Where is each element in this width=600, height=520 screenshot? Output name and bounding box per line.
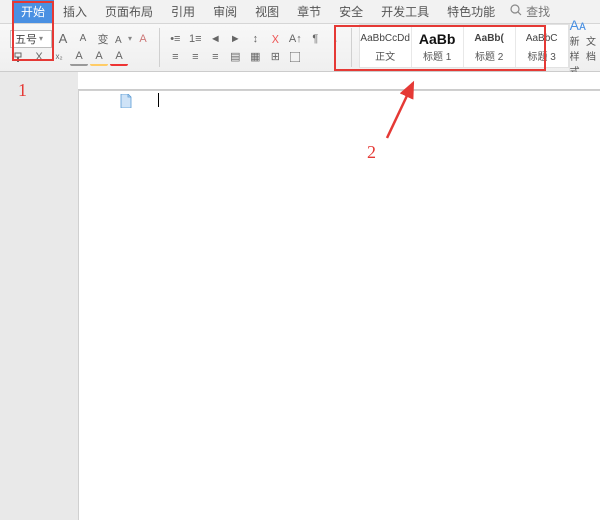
distributed-button[interactable]: ▦ [246, 48, 264, 66]
increase-font-button[interactable]: A [54, 30, 72, 48]
highlight-button[interactable]: A [90, 48, 108, 66]
annotation-label-2: 2 [367, 142, 376, 163]
tab-insert[interactable]: 插入 [54, 0, 96, 23]
font-color-button[interactable]: A [110, 48, 128, 66]
tabs-button[interactable]: ⊞ [266, 48, 284, 66]
indent-left-button[interactable]: ◄ [206, 30, 224, 48]
sort-button[interactable]: ↓ [326, 30, 344, 48]
tab-references[interactable]: 引用 [162, 0, 204, 23]
format-painter-button[interactable] [10, 48, 28, 66]
bullets-button[interactable]: •≡ [166, 30, 184, 48]
clear-button[interactable]: Ｘ [266, 30, 284, 48]
line-spacing-button[interactable]: ↕ [246, 30, 264, 48]
style-preview: AaBb( [474, 30, 503, 48]
new-style-icon: Aᴀ [570, 17, 586, 33]
chevron-down-icon: ▾ [39, 34, 43, 43]
left-margin-area [0, 72, 78, 520]
new-style-button[interactable]: Aᴀ 新样式 [569, 24, 586, 71]
style-label: 标题 3 [527, 48, 555, 63]
style-heading1[interactable]: AaBb 标题 1 [412, 25, 464, 67]
search-button[interactable]: 查找 [504, 3, 550, 20]
tab-features[interactable]: 特色功能 [438, 0, 504, 23]
style-preview: AaBb [419, 30, 456, 48]
style-label: 标题 1 [423, 48, 451, 63]
align-justify-button[interactable]: ▤ [226, 48, 244, 66]
text-format-label: 文档 [586, 33, 600, 63]
tab-chapter[interactable]: 章节 [288, 0, 330, 23]
strikethrough-button[interactable]: X [30, 48, 48, 66]
ribbon-tabs: 开始 插入 页面布局 引用 审阅 视图 章节 安全 开发工具 特色功能 查找 [0, 0, 600, 24]
indent-right-button[interactable]: ► [226, 30, 244, 48]
font-effects-button[interactable]: A▾ [114, 30, 132, 48]
page-icon [120, 94, 132, 108]
svg-text:A: A [115, 34, 122, 44]
search-icon [510, 4, 522, 19]
align-right-button[interactable]: ≡ [206, 48, 224, 66]
ribbon-toolbar: 五号 ▾ A A 变 A▾ A X x₂ A A A •≡ 1 [0, 24, 600, 72]
style-label: 正文 [375, 48, 395, 63]
style-heading2[interactable]: AaBb( 标题 2 [464, 25, 516, 67]
show-marks-button[interactable]: ¶ [306, 30, 324, 48]
tab-view[interactable]: 视图 [246, 0, 288, 23]
tab-security[interactable]: 安全 [330, 0, 372, 23]
tab-home[interactable]: 开始 [12, 0, 54, 23]
horizontal-ruler[interactable] [78, 72, 600, 90]
text-direction-button[interactable]: A↑ [286, 30, 304, 48]
align-center-button[interactable]: ≡ [186, 48, 204, 66]
text-cursor [158, 93, 159, 107]
search-label: 查找 [526, 3, 550, 20]
style-preview: AaBbC [526, 30, 558, 48]
shading-button[interactable] [286, 48, 304, 66]
numbering-button[interactable]: 1≡ [186, 30, 204, 48]
subscript-button[interactable]: x₂ [50, 48, 68, 66]
paragraph-group: •≡ 1≡ ◄ ► ↕ Ｘ A↑ ¶ ↓ ≡ ≡ ≡ ▤ ▦ ⊞ [162, 24, 348, 71]
decrease-font-button[interactable]: A [74, 30, 92, 48]
tab-review[interactable]: 审阅 [204, 0, 246, 23]
font-style-button[interactable]: A [70, 48, 88, 66]
text-format-button[interactable]: 文档 [586, 24, 600, 71]
tab-dev[interactable]: 开发工具 [372, 0, 438, 23]
phonetic-button[interactable]: 变 [94, 30, 112, 48]
document-page[interactable] [78, 90, 600, 520]
styles-gallery[interactable]: AaBbCcDd 正文 AaBb 标题 1 AaBb( 标题 2 AaBbC 标… [359, 24, 569, 68]
style-heading3[interactable]: AaBbC 标题 3 [516, 25, 568, 67]
font-size-select[interactable]: 五号 ▾ [10, 30, 52, 48]
style-preview: AaBbCcDd [360, 30, 409, 48]
clear-format-button[interactable]: A [134, 30, 152, 48]
font-group: 五号 ▾ A A 变 A▾ A X x₂ A A A [6, 24, 156, 71]
align-left-button[interactable]: ≡ [166, 48, 184, 66]
tab-layout[interactable]: 页面布局 [96, 0, 162, 23]
style-label: 标题 2 [475, 48, 503, 63]
annotation-label-1: 1 [18, 80, 27, 101]
font-size-value: 五号 [15, 31, 37, 47]
chevron-down-icon: ▾ [128, 34, 132, 43]
style-normal[interactable]: AaBbCcDd 正文 [360, 25, 412, 67]
